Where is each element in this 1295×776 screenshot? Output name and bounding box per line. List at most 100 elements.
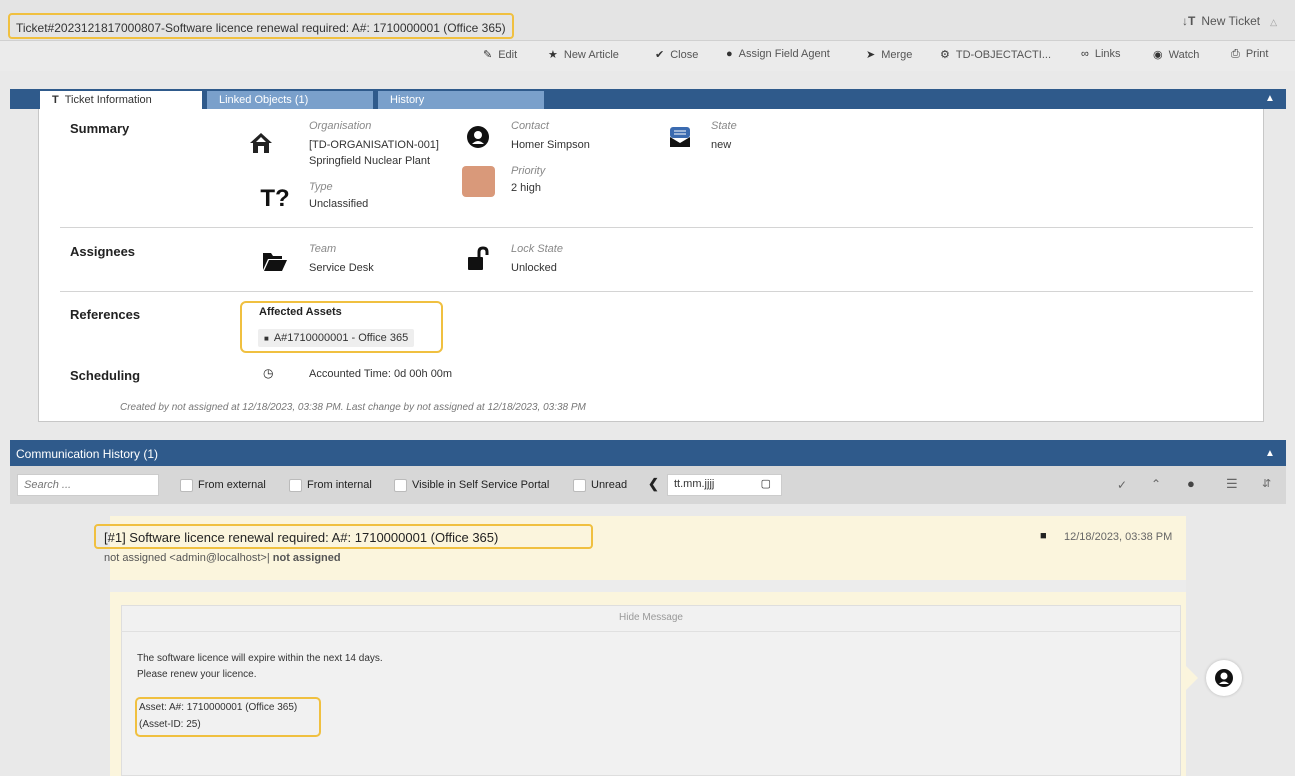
- collapse-all-icon[interactable]: ⌃: [1151, 477, 1161, 491]
- double-check-icon[interactable]: ✓: [1117, 478, 1127, 492]
- sender-avatar: [1206, 660, 1242, 696]
- organisation-id: [TD-ORGANISATION-001]: [309, 139, 439, 151]
- message-asset-line: Asset: A#: 1710000001 (Office 365): [139, 702, 298, 713]
- unread-label: Unread: [591, 479, 628, 491]
- collapse-icon[interactable]: ▲: [1265, 448, 1275, 459]
- organisation-name: Springfield Nuclear Plant: [309, 155, 431, 167]
- pin-icon: ★: [548, 49, 558, 61]
- accounted-time: Accounted Time: 0d 00h 00m: [309, 368, 453, 380]
- object-action-button[interactable]: ⚙ TD-OBJECTACTI...: [940, 48, 1051, 61]
- organisation-label: Organisation: [309, 120, 372, 132]
- team-label: Team: [309, 243, 337, 255]
- state-label: State: [711, 120, 737, 132]
- from-external-checkbox[interactable]: [180, 479, 193, 492]
- asset-chip-label: A#1710000001 - Office 365: [273, 332, 409, 344]
- links-label: Links: [1094, 48, 1121, 60]
- object-action-label: TD-OBJECTACTI...: [955, 49, 1052, 61]
- new-ticket-label: New Ticket: [1201, 14, 1261, 28]
- communication-history-title: Communication History (1): [16, 447, 159, 461]
- message-line-2: Please renew your licence.: [137, 669, 257, 680]
- asset-icon: ■: [264, 334, 269, 343]
- links-button[interactable]: ∞ Links: [1081, 48, 1121, 60]
- article-recipient: not assigned: [272, 552, 341, 564]
- merge-label: Merge: [881, 49, 913, 61]
- note-icon: ■: [1040, 530, 1047, 542]
- date-input[interactable]: tt.mm.jjjj ▢: [667, 474, 782, 496]
- article-title: [#1] Software licence renewal required: …: [104, 530, 499, 545]
- divider: [60, 227, 1253, 228]
- tab-label: Ticket Information: [64, 94, 152, 106]
- edit-button[interactable]: ✎ Edit: [483, 48, 517, 61]
- tab-ticket-information[interactable]: T Ticket Information: [40, 91, 202, 109]
- lock-state-value: Unlocked: [511, 262, 557, 274]
- article-sender: not assigned <admin@localhost>|: [104, 552, 270, 564]
- contact-icon: [465, 124, 491, 150]
- priority-label: Priority: [511, 165, 546, 177]
- edit-label: Edit: [498, 49, 518, 61]
- collapse-icon[interactable]: ▲: [1265, 93, 1275, 104]
- new-article-button[interactable]: ★ New Article: [548, 48, 619, 61]
- tab-history[interactable]: History: [378, 91, 544, 109]
- new-ticket-button[interactable]: ↓T New Ticket △: [1182, 14, 1277, 28]
- ticket-info-body: [38, 109, 1264, 422]
- state-value: new: [711, 139, 732, 151]
- eye-icon: ◉: [1153, 49, 1163, 61]
- merge-button[interactable]: ➤ Merge: [866, 48, 912, 61]
- contact-value[interactable]: Homer Simpson: [511, 139, 590, 151]
- from-internal-checkbox[interactable]: [289, 479, 302, 492]
- unread-checkbox[interactable]: [573, 479, 586, 492]
- date-placeholder: tt.mm.jjjj: [674, 478, 715, 490]
- search-input[interactable]: [17, 474, 159, 496]
- priority-value: 2 high: [511, 182, 541, 194]
- from-external-label: From external: [198, 479, 266, 491]
- watch-button[interactable]: ◉ Watch: [1153, 48, 1199, 61]
- references-label: References: [70, 307, 141, 322]
- article-from: not assigned <admin@localhost>| not assi…: [104, 552, 341, 564]
- chevron-up-icon: △: [1270, 17, 1277, 27]
- new-article-label: New Article: [563, 49, 619, 61]
- visible-in-portal-label: Visible in Self Service Portal: [412, 479, 550, 491]
- print-icon: ⎙: [1231, 48, 1240, 60]
- divider: [60, 291, 1253, 292]
- check-icon: ✔: [655, 49, 665, 61]
- visible-in-portal-checkbox[interactable]: [394, 479, 407, 492]
- article-timestamp: 12/18/2023, 03:38 PM: [1064, 531, 1173, 543]
- type-icon: T?: [260, 185, 290, 212]
- folder-open-icon: [262, 248, 288, 274]
- cogs-icon: ⚙: [940, 49, 950, 61]
- unlock-icon: [465, 246, 491, 272]
- close-label: Close: [670, 49, 699, 61]
- asset-chip[interactable]: ■ A#1710000001 - Office 365: [258, 329, 415, 347]
- article-separator: [110, 580, 1186, 592]
- communication-history-header: Communication History (1) ▲: [10, 440, 1286, 466]
- scheduling-label: Scheduling: [70, 368, 141, 383]
- clock-icon: ◷: [263, 366, 274, 380]
- chevron-left-icon[interactable]: ❮: [648, 476, 659, 492]
- message-asset-id: (Asset-ID: 25): [139, 719, 201, 730]
- contact-icon: [1215, 669, 1233, 687]
- sort-icon[interactable]: ⇵: [1262, 477, 1271, 490]
- assign-field-agent-button[interactable]: ● Assign Field Agent: [726, 48, 830, 60]
- comment-icon[interactable]: ●: [1187, 476, 1195, 491]
- tab-linked-objects[interactable]: Linked Objects (1): [207, 91, 373, 109]
- contact-label: Contact: [511, 120, 549, 132]
- close-button[interactable]: ✔ Close: [655, 48, 698, 61]
- created-info: Created by not assigned at 12/18/2023, 0…: [120, 402, 586, 413]
- ticket-title: Ticket#2023121817000807-Software licence…: [8, 13, 514, 39]
- link-icon: ∞: [1081, 48, 1089, 60]
- hide-message-button[interactable]: Hide Message: [121, 605, 1181, 632]
- merge-icon: ➤: [866, 49, 876, 61]
- list-icon[interactable]: ☰: [1226, 476, 1238, 492]
- bubble-pointer: [1186, 666, 1198, 690]
- pencil-icon: ✎: [483, 49, 493, 61]
- lock-state-label: Lock State: [511, 243, 563, 255]
- assignees-label: Assignees: [70, 244, 136, 259]
- calendar-icon: ▢: [760, 478, 771, 490]
- text-type-icon: T: [52, 94, 59, 106]
- team-value: Service Desk: [309, 262, 374, 274]
- print-label: Print: [1245, 48, 1269, 60]
- tab-label: History: [390, 94, 425, 106]
- type-value: Unclassified: [309, 198, 369, 210]
- print-button[interactable]: ⎙ Print: [1231, 48, 1268, 61]
- from-internal-label: From internal: [307, 479, 372, 491]
